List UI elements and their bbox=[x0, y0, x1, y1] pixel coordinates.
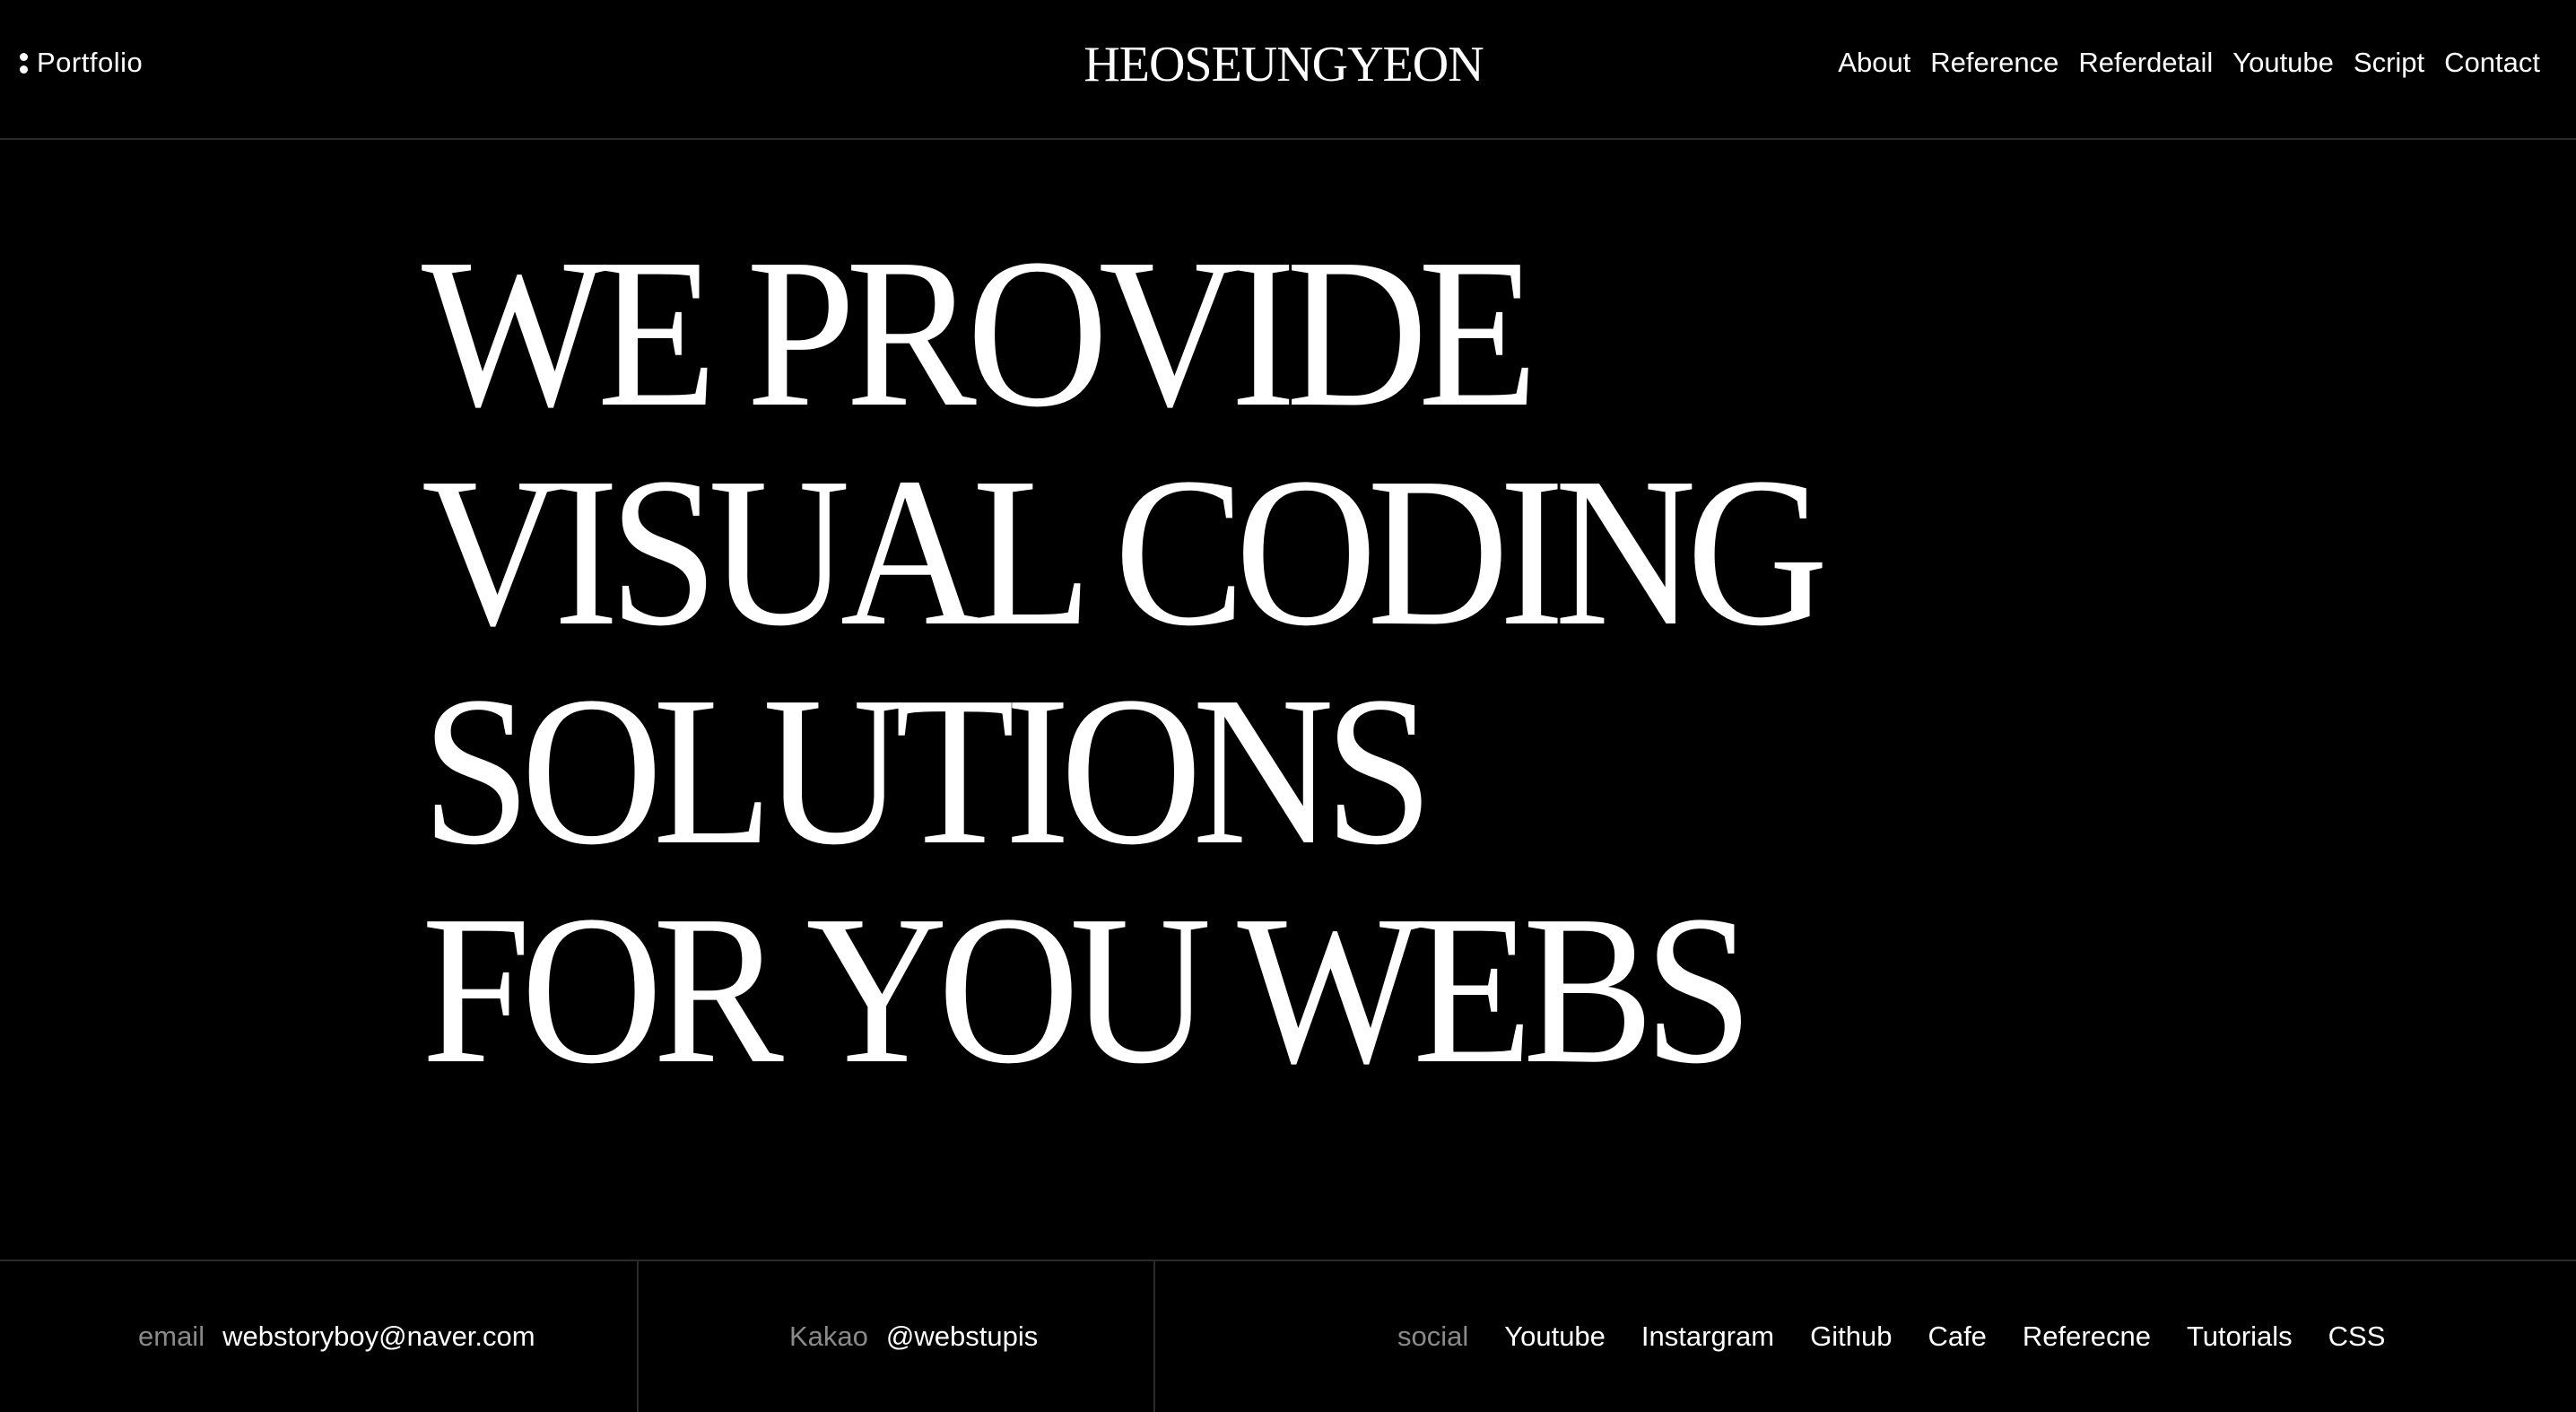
menu-dots-icon bbox=[20, 52, 28, 74]
nav-about[interactable]: About bbox=[1838, 47, 1910, 79]
hero-headline: WE PROVIDE VISUAL CODING SOLUTIONS FOR Y… bbox=[422, 224, 1940, 1100]
kakao-label: Kakao bbox=[789, 1320, 868, 1352]
nav-reference[interactable]: Reference bbox=[1930, 47, 2058, 79]
social-instargram[interactable]: Instargram bbox=[1641, 1320, 1774, 1353]
main-nav: About Reference Referdetail Youtube Scri… bbox=[1838, 47, 2540, 79]
footer-divider bbox=[637, 1261, 639, 1412]
site-header: Portfolio HEOSEUNGYEON About Reference R… bbox=[0, 0, 2576, 140]
social-links: Youtube Instargram Github Cafe Referecne… bbox=[1504, 1320, 2385, 1353]
site-footer: email webstoryboy@naver.com Kakao @webst… bbox=[0, 1259, 2576, 1412]
hero-line-4: FOR YOU WEBS bbox=[422, 872, 1754, 1108]
hero-line-3: SOLUTIONS bbox=[422, 653, 1433, 889]
social-label: social bbox=[1397, 1320, 1469, 1352]
footer-email: email webstoryboy@naver.com bbox=[138, 1261, 535, 1412]
social-cafe[interactable]: Cafe bbox=[1928, 1320, 1986, 1353]
hero-line-2: VISUAL CODING bbox=[422, 434, 1828, 670]
nav-script[interactable]: Script bbox=[2354, 47, 2424, 79]
portfolio-label: Portfolio bbox=[37, 47, 144, 78]
nav-referdetail[interactable]: Referdetail bbox=[2078, 47, 2213, 79]
hero-line-1: WE PROVIDE bbox=[422, 215, 1538, 451]
social-css[interactable]: CSS bbox=[2328, 1320, 2386, 1353]
nav-youtube[interactable]: Youtube bbox=[2232, 47, 2334, 79]
social-tutorials[interactable]: Tutorials bbox=[2187, 1320, 2293, 1353]
footer-divider bbox=[1153, 1261, 1155, 1412]
social-github[interactable]: Github bbox=[1810, 1320, 1892, 1353]
email-label: email bbox=[138, 1320, 205, 1352]
site-title[interactable]: HEOSEUNGYEON bbox=[1076, 36, 1491, 93]
footer-kakao: Kakao @webstupis bbox=[789, 1261, 1038, 1412]
social-youtube[interactable]: Youtube bbox=[1504, 1320, 1606, 1353]
email-link[interactable]: webstoryboy@naver.com bbox=[222, 1320, 535, 1353]
footer-social: social Youtube Instargram Github Cafe Re… bbox=[1397, 1261, 2385, 1412]
social-referecne[interactable]: Referecne bbox=[2023, 1320, 2151, 1353]
kakao-link[interactable]: @webstupis bbox=[886, 1320, 1038, 1353]
portfolio-menu-button[interactable]: Portfolio bbox=[20, 47, 143, 79]
nav-contact[interactable]: Contact bbox=[2444, 47, 2540, 79]
